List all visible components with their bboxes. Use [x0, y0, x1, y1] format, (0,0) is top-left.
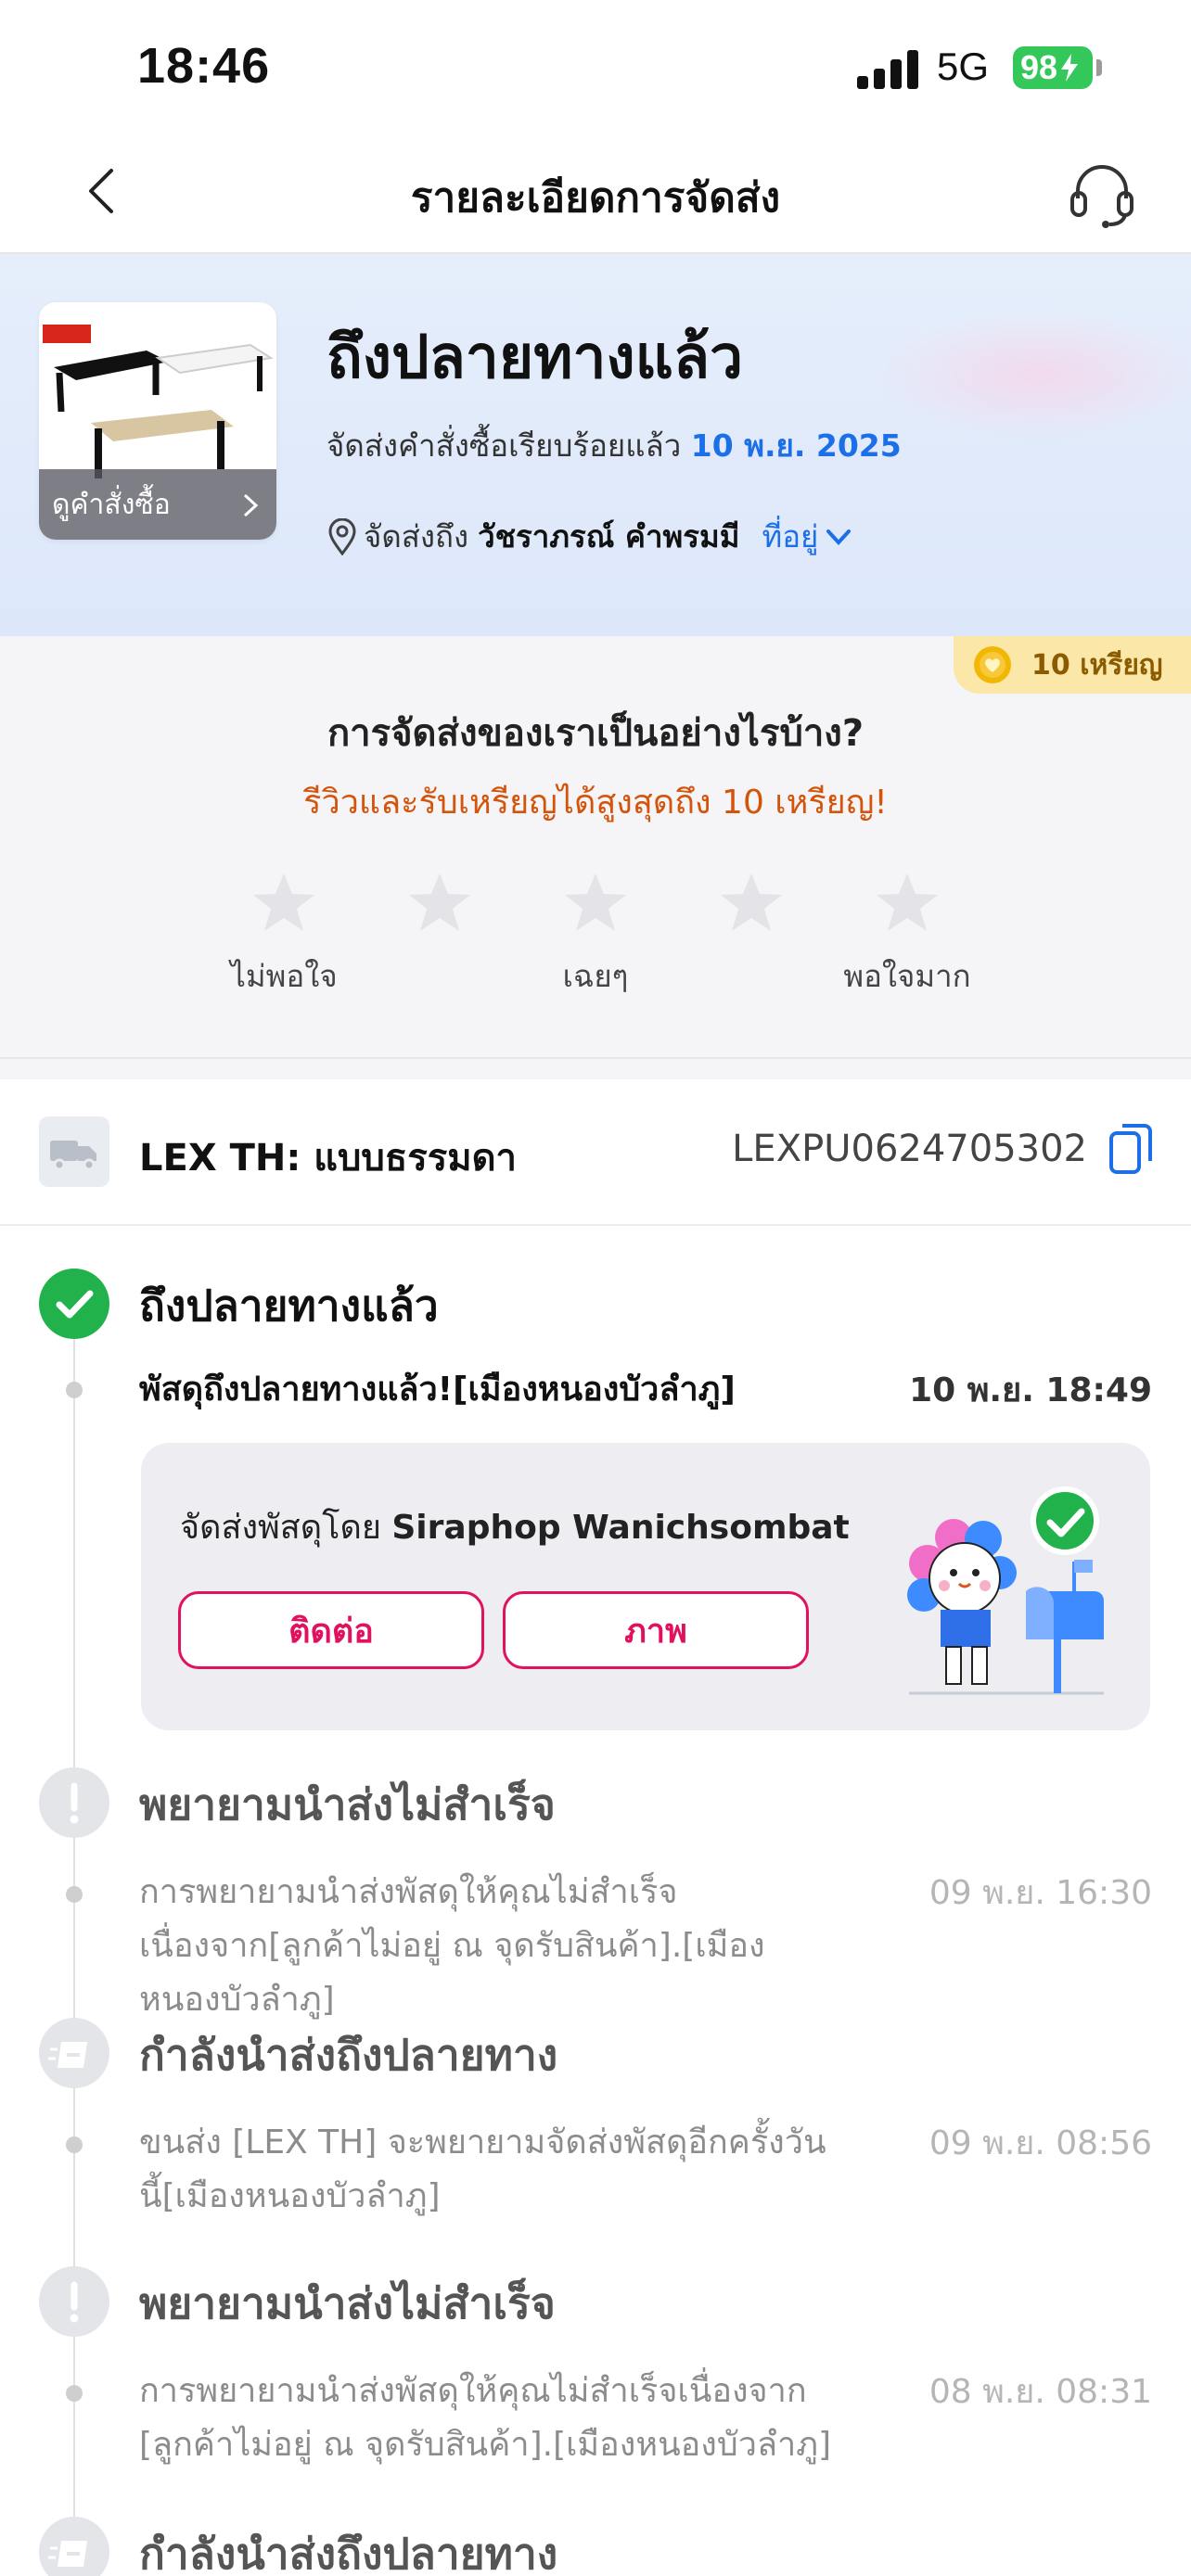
- event-time: 10 พ.ย. 18:49: [909, 1371, 1152, 1409]
- contact-button[interactable]: ติดต่อ: [178, 1591, 484, 1669]
- delivery-status-title: ถึงปลายทางแล้ว: [327, 324, 744, 392]
- ship-to-line: จัดส่งถึง วัชราภรณ์ คำพรมมี ที่อยู่: [327, 512, 853, 561]
- star-2-icon[interactable]: [406, 870, 473, 937]
- copy-button[interactable]: [1106, 1120, 1158, 1180]
- star-1-icon[interactable]: [250, 870, 317, 937]
- tracking-timeline: ถึงปลายทางแล้ว พัสดุถึงปลายทางแล้ว![เมือ…: [0, 1226, 1191, 2576]
- carrier-row: LEX TH: แบบธรรมดา LEXPU0624705302: [0, 1079, 1191, 1226]
- event-status: พยายามนำส่งไม่สำเร็จ: [139, 1779, 556, 1830]
- event-status: กำลังนำส่งถึงปลายทาง: [139, 2030, 558, 2080]
- signal-icon: [857, 48, 918, 89]
- courier-prefix: จัดส่งพัสดุโดย: [180, 1509, 381, 1547]
- courier-line: จัดส่งพัสดุโดย Siraphop Wanichsombat: [180, 1500, 850, 1553]
- battery-icon: 98: [1013, 46, 1093, 89]
- status-bar: 18:46 5G 98: [0, 0, 1191, 130]
- chevron-down-icon: [826, 529, 852, 545]
- package-delivery-icon: [39, 2517, 109, 2576]
- status-time: 18:46: [137, 38, 271, 94]
- truck-icon: [39, 1116, 109, 1187]
- battery-tip: [1096, 59, 1102, 76]
- timeline-dot: [66, 1886, 83, 1903]
- review-question: การจัดส่งของเราเป็นอย่างไรบ้าง?: [327, 712, 864, 755]
- alert-circle-icon: [39, 1767, 109, 1838]
- event-time: 09 พ.ย. 16:30: [928, 1874, 1152, 1912]
- star-4-icon[interactable]: [718, 870, 785, 937]
- copy-icon: [1109, 1124, 1152, 1174]
- coin-badge: 10 เหรียญ: [954, 636, 1191, 694]
- tracking-number: LEXPU0624705302: [732, 1128, 1087, 1170]
- app-header: รายละเอียดการจัดส่ง: [0, 130, 1191, 254]
- event-description: พัสดุถึงปลายทางแล้ว![เมืองหนองบัวลำภู]: [139, 1371, 736, 1409]
- alert-circle-icon: [39, 2266, 109, 2337]
- rating-label-high: พอใจมาก: [843, 958, 971, 994]
- timeline-dot: [66, 1382, 83, 1398]
- rating-label-mid: เฉยๆ: [562, 958, 629, 994]
- package-delivery-icon: [39, 2018, 109, 2088]
- delivery-review: 10 เหรียญ การจัดส่งของเราเป็นอย่างไรบ้าง…: [0, 636, 1191, 1059]
- customer-support-button[interactable]: [1065, 158, 1139, 232]
- delivered-line: จัดส่งคำสั่งซื้อเรียบร้อยแล้ว 10 พ.ย. 20…: [327, 421, 902, 470]
- headset-icon: [1070, 165, 1133, 228]
- page-title: รายละเอียดการจัดส่ง: [410, 174, 781, 222]
- delivery-summary: ดูคำสั่งซื้อ ถึงปลายทางแล้ว จัดส่งคำสั่ง…: [0, 254, 1191, 636]
- view-order-thumbnail[interactable]: ดูคำสั่งซื้อ: [39, 302, 276, 540]
- check-circle-icon: [39, 1269, 109, 1339]
- timeline-dot: [66, 2385, 83, 2402]
- event-description: การพยายามนำส่งพัสดุให้คุณไม่สำเร็จเนื่อง…: [139, 1873, 765, 2019]
- courier-card: จัดส่งพัสดุโดย Siraphop Wanichsombat ติด…: [141, 1443, 1150, 1730]
- decorative-glow: [872, 310, 1191, 440]
- delivery-mascot-illustration: [907, 1486, 1104, 1695]
- ship-to-label: จัดส่งถึง: [364, 518, 469, 555]
- courier-name: Siraphop Wanichsombat: [391, 1509, 850, 1547]
- event-status: กำลังนำส่งถึงปลายทาง: [139, 2529, 558, 2576]
- recipient-name: วัชราภรณ์ คำพรมมี: [478, 518, 740, 555]
- carrier-name: LEX TH: แบบธรรมดา: [139, 1137, 518, 1180]
- review-promo: รีวิวและรับเหรียญได้สูงสุดถึง 10 เหรียญ!: [303, 784, 888, 822]
- photo-button[interactable]: ภาพ: [503, 1591, 809, 1669]
- network-type: 5G: [937, 45, 990, 88]
- star-5-icon[interactable]: [874, 870, 941, 937]
- delivered-date: 10 พ.ย. 2025: [690, 427, 902, 464]
- battery-level: 98: [1020, 48, 1058, 86]
- event-time: 09 พ.ย. 08:56: [928, 2124, 1152, 2162]
- event-status: ถึงปลายทางแล้ว: [139, 1281, 439, 1331]
- location-pin-icon: [328, 517, 356, 555]
- coin-badge-text: 10 เหรียญ: [1031, 648, 1163, 682]
- delivered-text: จัดส่งคำสั่งซื้อเรียบร้อยแล้ว: [327, 427, 682, 464]
- event-status: พยายามนำส่งไม่สำเร็จ: [139, 2278, 556, 2328]
- event-description: ขนส่ง [LEX TH] จะพยายามจัดส่งพัสดุอีกครั…: [139, 2123, 826, 2215]
- chevron-right-icon: [243, 493, 259, 517]
- rating-label-low: ไม่พอใจ: [230, 958, 338, 994]
- event-time: 08 พ.ย. 08:31: [928, 2373, 1152, 2411]
- star-3-icon[interactable]: [562, 870, 629, 937]
- address-toggle[interactable]: ที่อยู่: [762, 512, 818, 561]
- event-description: การพยายามนำส่งพัสดุให้คุณไม่สำเร็จเนื่อง…: [139, 2372, 831, 2464]
- timeline-dot: [66, 2136, 83, 2153]
- coin-icon: [974, 646, 1011, 683]
